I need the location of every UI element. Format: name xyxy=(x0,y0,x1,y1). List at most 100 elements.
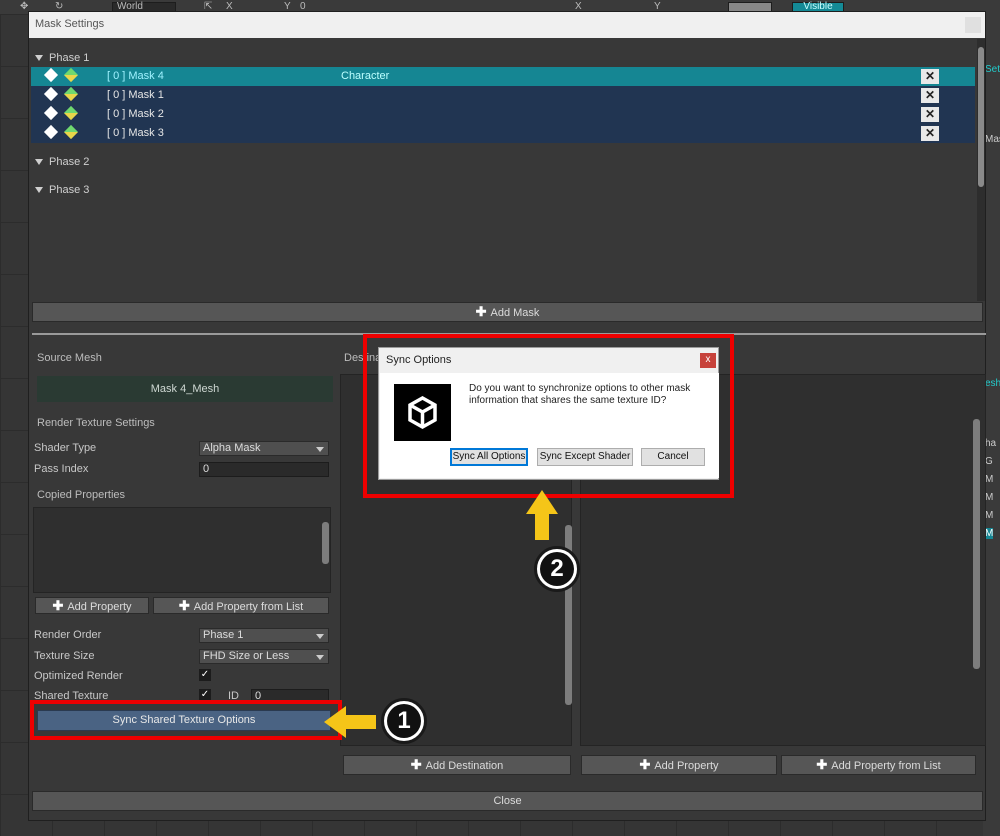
dialog-close-button[interactable] xyxy=(965,17,981,33)
sync-except-shader-button[interactable]: Sync Except Shader xyxy=(537,448,633,466)
dialog-titlebar: Mask Settings xyxy=(29,12,985,38)
phase-2-foldout[interactable]: Phase 2 xyxy=(35,156,89,168)
chevron-down-icon xyxy=(316,447,324,452)
texture-size-dropdown[interactable]: FHD Size or Less xyxy=(199,649,329,664)
right-panel-text: ha xyxy=(985,438,997,449)
right-panel-text: M xyxy=(985,510,994,521)
add-destination-button[interactable]: ✚ Add Destination xyxy=(343,755,571,775)
delete-mask-icon[interactable]: ✕ xyxy=(921,126,939,141)
visibility-diamond-icon[interactable] xyxy=(43,67,59,83)
plus-icon: ✚ xyxy=(410,757,422,772)
right-panel-text: M xyxy=(985,492,994,503)
phase-list-scrollbar[interactable] xyxy=(977,39,985,301)
texture-size-label: Texture Size xyxy=(34,650,95,662)
add-mask-button[interactable]: ✚ Add Mask xyxy=(32,302,983,322)
plus-icon: ✚ xyxy=(178,598,190,613)
list-scrollbar-thumb[interactable] xyxy=(322,522,329,564)
render-order-dropdown[interactable]: Phase 1 xyxy=(199,628,329,643)
mask-tag: Character xyxy=(341,70,390,82)
optimized-render-checkbox[interactable]: ✓ xyxy=(199,669,211,681)
mask-type-diamond-icon[interactable] xyxy=(63,124,79,140)
add-destination-property-from-list-button[interactable]: ✚ Add Property from List xyxy=(781,755,976,775)
mask-name: [ 0 ] Mask 3 xyxy=(107,127,164,139)
right-panel-text: M xyxy=(985,528,994,539)
step-2-badge: 2 xyxy=(534,546,580,592)
phase-list: Phase 1 [ 0 ] Mask 4 Character ✕ [ 0 ] M… xyxy=(29,39,985,299)
copied-properties-list xyxy=(33,507,331,593)
mask-row[interactable]: [ 0 ] Mask 2 ✕ xyxy=(31,105,975,124)
scrollbar-thumb[interactable] xyxy=(978,47,984,187)
modal-message: Do you want to synchronize options to ot… xyxy=(469,383,691,406)
button-label: Add Property xyxy=(67,601,132,613)
plus-icon: ✚ xyxy=(639,757,651,772)
expand-triangle-icon xyxy=(35,187,43,194)
plus-icon: ✚ xyxy=(52,598,64,613)
phase-label: Phase 1 xyxy=(49,52,90,64)
chevron-down-icon xyxy=(316,634,324,639)
dropdown-value: Alpha Mask xyxy=(203,442,261,454)
chevron-down-icon xyxy=(316,655,324,660)
delete-mask-icon[interactable]: ✕ xyxy=(921,107,939,122)
render-texture-header: Render Texture Settings xyxy=(37,417,155,429)
arrow-left-icon xyxy=(324,706,376,738)
visibility-diamond-icon[interactable] xyxy=(43,105,59,121)
sync-all-options-button[interactable]: Sync All Options xyxy=(450,448,528,466)
sync-options-modal: Sync Options x Do you want to synchroniz… xyxy=(378,347,719,480)
plus-icon: ✚ xyxy=(816,757,828,772)
expand-triangle-icon xyxy=(35,159,43,166)
right-panel-text: M xyxy=(985,474,994,485)
add-destination-property-button[interactable]: ✚ Add Property xyxy=(581,755,777,775)
right-panel-text: G xyxy=(985,456,993,467)
dropdown-value: FHD Size or Less xyxy=(203,650,290,662)
mask-row[interactable]: [ 0 ] Mask 3 ✕ xyxy=(31,124,975,143)
button-label: Add Property xyxy=(654,760,719,772)
mask-name: [ 0 ] Mask 1 xyxy=(107,89,164,101)
mask-type-diamond-icon[interactable] xyxy=(63,105,79,121)
source-mesh-header: Source Mesh xyxy=(37,352,102,364)
visibility-diamond-icon[interactable] xyxy=(43,86,59,102)
phase-label: Phase 2 xyxy=(49,156,90,168)
modal-close-button[interactable]: x xyxy=(700,353,716,368)
mask-row[interactable]: [ 0 ] Mask 1 ✕ xyxy=(31,86,975,105)
mask-row[interactable]: [ 0 ] Mask 4 Character ✕ xyxy=(31,67,975,86)
modal-title: Sync Options xyxy=(386,354,452,366)
button-label: Add Property from List xyxy=(831,760,941,772)
highlight-box-step1 xyxy=(30,700,342,740)
add-property-from-list-button[interactable]: ✚ Add Property from List xyxy=(153,597,329,614)
step-1-badge: 1 xyxy=(381,698,427,744)
mask-name: [ 0 ] Mask 2 xyxy=(107,108,164,120)
mask-type-diamond-icon[interactable] xyxy=(63,86,79,102)
arrow-up-icon xyxy=(526,490,558,540)
source-mesh-name[interactable]: Mask 4_Mesh xyxy=(37,376,333,402)
add-property-button[interactable]: ✚ Add Property xyxy=(35,597,149,614)
modal-body: Do you want to synchronize options to ot… xyxy=(380,373,719,478)
list-scrollbar-thumb[interactable] xyxy=(973,419,980,669)
mask-type-diamond-icon[interactable] xyxy=(63,67,79,83)
right-panel-text: Mas xyxy=(985,134,1000,145)
right-panel-text: Set xyxy=(985,64,1000,75)
pass-index-label: Pass Index xyxy=(34,463,89,475)
cancel-button[interactable]: Cancel xyxy=(641,448,705,466)
pass-index-field[interactable]: 0 xyxy=(199,462,329,477)
render-order-label: Render Order xyxy=(34,629,102,641)
close-button[interactable]: Close xyxy=(32,791,983,811)
copied-properties-header: Copied Properties xyxy=(37,489,126,501)
unity-logo-icon xyxy=(394,384,451,441)
right-panel-text: esh xyxy=(985,378,1000,389)
button-label: Add Destination xyxy=(425,760,504,772)
shader-type-dropdown[interactable]: Alpha Mask xyxy=(199,441,329,456)
phase-3-foldout[interactable]: Phase 3 xyxy=(35,184,89,196)
visibility-diamond-icon[interactable] xyxy=(43,124,59,140)
phase-1-foldout[interactable]: Phase 1 xyxy=(35,52,89,64)
expand-triangle-icon xyxy=(35,55,43,62)
optimized-render-label: Optimized Render xyxy=(34,670,123,682)
unity-cube-icon xyxy=(408,395,437,430)
dialog-title: Mask Settings xyxy=(35,18,105,30)
plus-icon: ✚ xyxy=(475,304,487,319)
delete-mask-icon[interactable]: ✕ xyxy=(921,69,939,84)
delete-mask-icon[interactable]: ✕ xyxy=(921,88,939,103)
button-label: Add Property from List xyxy=(193,601,304,613)
mask-name: [ 0 ] Mask 4 xyxy=(107,70,164,82)
shader-type-label: Shader Type xyxy=(34,442,97,454)
step-number: 1 xyxy=(387,704,421,738)
